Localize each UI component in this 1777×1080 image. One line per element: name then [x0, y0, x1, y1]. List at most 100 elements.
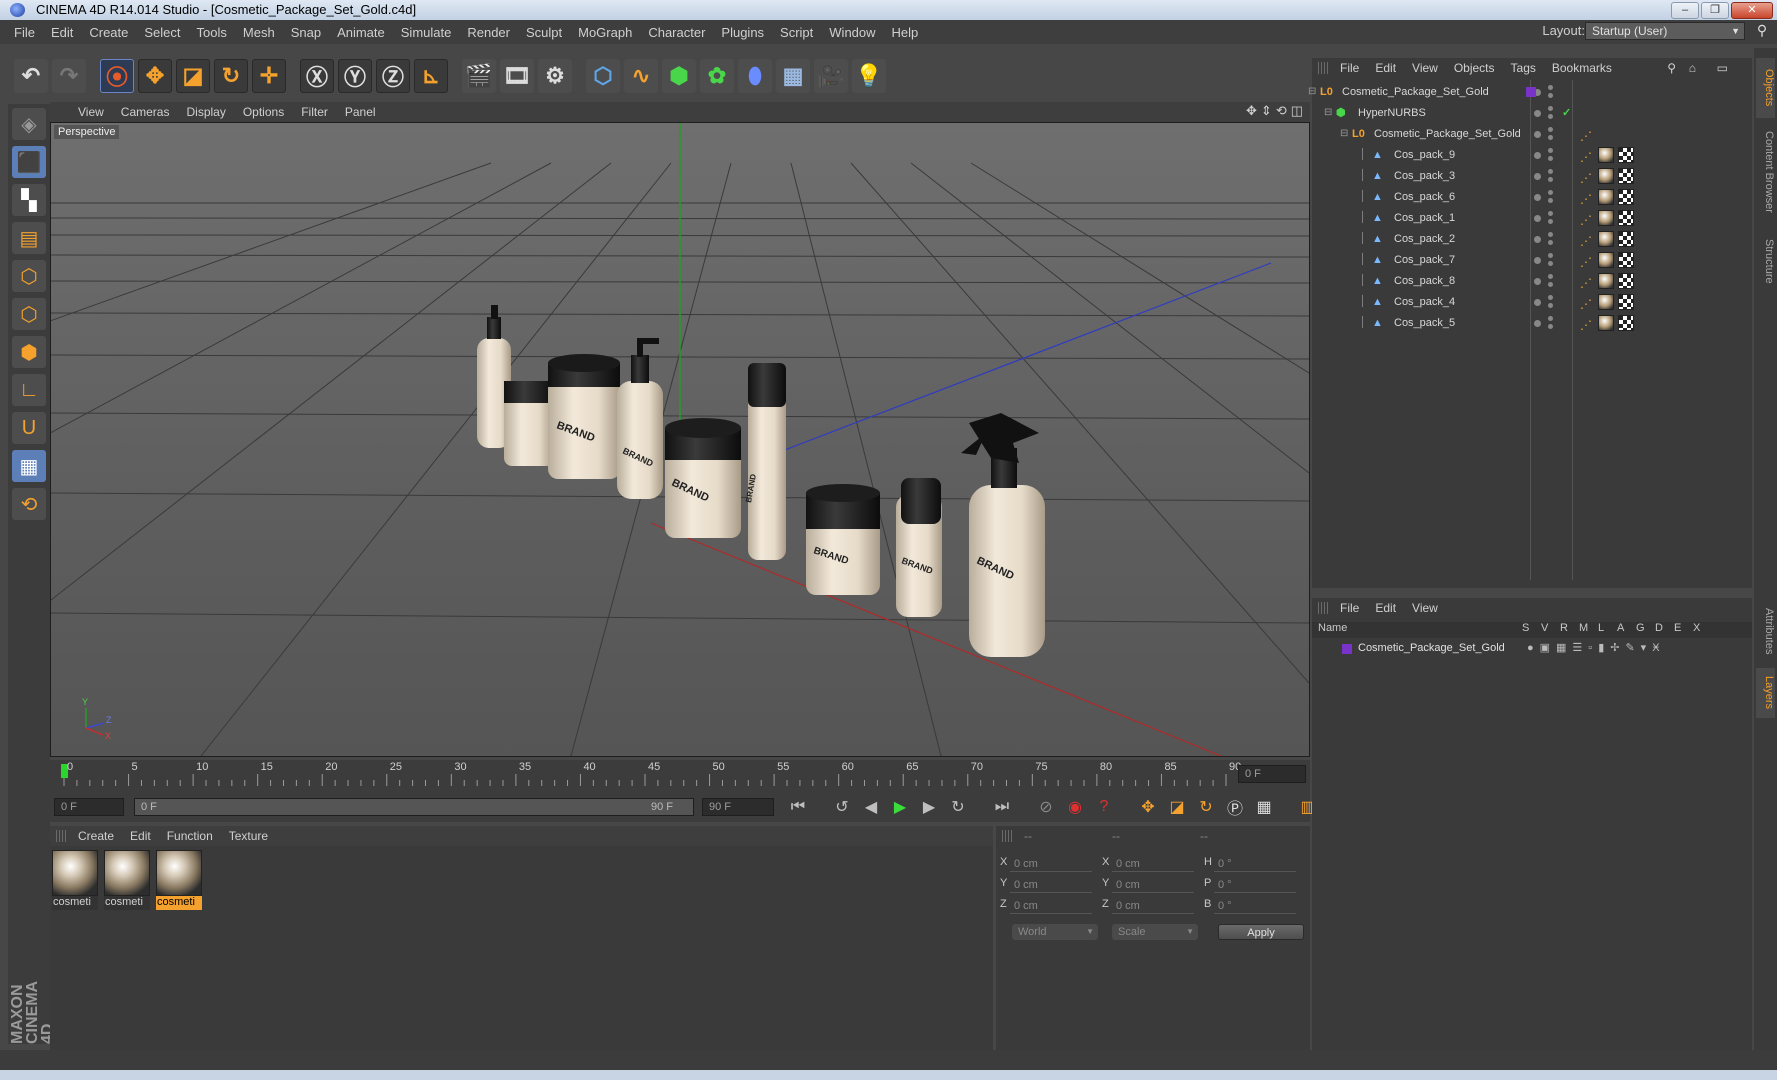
- expand-toggle-icon[interactable]: │: [1360, 292, 1366, 312]
- menu-create[interactable]: Create: [89, 25, 128, 40]
- workplane-mode-icon[interactable]: ▤: [12, 222, 46, 254]
- render-visibility-dot[interactable]: [1548, 135, 1553, 140]
- menu-select[interactable]: Select: [144, 25, 180, 40]
- render-visibility-dot[interactable]: [1548, 211, 1553, 216]
- editor-visibility-dot[interactable]: [1534, 215, 1541, 222]
- render-visibility-dot[interactable]: [1548, 303, 1553, 308]
- expand-toggle-icon[interactable]: │: [1360, 145, 1366, 165]
- object-menu-bookmarks[interactable]: Bookmarks: [1552, 61, 1612, 75]
- viewport-menu-filter[interactable]: Filter: [301, 105, 328, 119]
- minimize-button[interactable]: –: [1671, 2, 1699, 19]
- render-visibility-dot[interactable]: [1548, 93, 1553, 98]
- home-icon[interactable]: ⌂: [1689, 61, 1696, 75]
- nurbs-icon[interactable]: ⬢: [662, 59, 696, 93]
- material-tag-icon[interactable]: [1598, 252, 1614, 268]
- rotation-p-field[interactable]: 0 °: [1214, 877, 1296, 893]
- search-icon[interactable]: ⚲: [1753, 22, 1771, 40]
- render-visibility-dot[interactable]: [1548, 253, 1553, 258]
- expand-toggle-icon[interactable]: │: [1360, 271, 1366, 291]
- material-tag-icon[interactable]: [1598, 231, 1614, 247]
- frame-range-slider[interactable]: 0 F 90 F: [134, 798, 694, 816]
- x-axis-lock-icon[interactable]: Ⓧ: [300, 59, 334, 93]
- jar-small-back[interactable]: [504, 381, 554, 466]
- object-menu-view[interactable]: View: [1412, 61, 1438, 75]
- menu-plugins[interactable]: Plugins: [721, 25, 764, 40]
- editor-visibility-dot[interactable]: [1534, 278, 1541, 285]
- workplane-lock-icon[interactable]: ⟲: [12, 488, 46, 520]
- menu-render[interactable]: Render: [467, 25, 510, 40]
- new-view-icon[interactable]: ▭: [1717, 61, 1728, 75]
- position-z-field[interactable]: 0 cm: [1010, 898, 1092, 914]
- z-axis-lock-icon[interactable]: Ⓩ: [376, 59, 410, 93]
- object-row-root[interactable]: ⊟ L0 Cosmetic_Package_Set_Gold: [1308, 82, 1752, 102]
- object-row-cos-pack[interactable]: │ ▲ Cos_pack_7 ⋰: [1312, 250, 1752, 270]
- menu-mograph[interactable]: MoGraph: [578, 25, 632, 40]
- texture-mode-icon[interactable]: ▚: [12, 184, 46, 216]
- panel-grip-icon[interactable]: [56, 830, 68, 842]
- current-frame-field[interactable]: 0 F: [1238, 765, 1306, 783]
- timeline-ruler[interactable]: 0 5 10 15 20 25 30 35 40 45 50 55 60 65 70 75 80 85 90 0 F: [50, 760, 1310, 792]
- tab-content-browser[interactable]: Content Browser: [1756, 122, 1775, 222]
- next-frame-icon[interactable]: ▶: [917, 795, 941, 819]
- render-visibility-dot[interactable]: [1548, 177, 1553, 182]
- undo-icon[interactable]: ↶: [14, 59, 48, 93]
- y-axis-lock-icon[interactable]: Ⓨ: [338, 59, 372, 93]
- uvw-tag-icon[interactable]: [1618, 315, 1634, 331]
- render-visibility-dot[interactable]: [1548, 316, 1553, 321]
- layer-toggle-icons[interactable]: ●▣▦☰▫▮✢✎▾Ӿ: [1527, 641, 1666, 654]
- polygons-mode-icon[interactable]: ⬢: [12, 336, 46, 368]
- move-icon[interactable]: ✥: [138, 59, 172, 93]
- keyframe-selection-icon[interactable]: ?: [1092, 795, 1116, 819]
- viewport-menu-panel[interactable]: Panel: [345, 105, 376, 119]
- viewport-menu-options[interactable]: Options: [243, 105, 284, 119]
- render-visibility-dot[interactable]: [1548, 156, 1553, 161]
- expand-toggle-icon[interactable]: ⊟: [1324, 103, 1332, 123]
- panel-grip-icon[interactable]: [1002, 830, 1014, 842]
- model-mode-icon[interactable]: ⬛: [12, 146, 46, 178]
- editor-visibility-dot[interactable]: [1534, 320, 1541, 327]
- object-row-group[interactable]: ⊟ L0 Cosmetic_Package_Set_Gold ⋰: [1312, 124, 1752, 144]
- uvw-tag-icon[interactable]: [1618, 273, 1634, 289]
- points-mode-icon[interactable]: ⬡: [12, 260, 46, 292]
- panel-grip-icon[interactable]: [1318, 602, 1330, 614]
- object-row-cos-pack[interactable]: │ ▲ Cos_pack_2 ⋰: [1312, 229, 1752, 249]
- key-scale-icon[interactable]: ◪: [1165, 795, 1189, 819]
- edges-mode-icon[interactable]: ⬡: [12, 298, 46, 330]
- perspective-viewport[interactable]: BRAND BRAND BRAND BRAND BRAND BRAND BRAN…: [50, 122, 1310, 757]
- tab-structure[interactable]: Structure: [1756, 226, 1775, 296]
- render-visibility-dot[interactable]: [1548, 219, 1553, 224]
- render-visibility-dot[interactable]: [1548, 240, 1553, 245]
- live-selection-icon[interactable]: ⦿: [100, 59, 134, 93]
- material-swatch[interactable]: cosmeti: [52, 850, 98, 910]
- object-menu-file[interactable]: File: [1340, 61, 1359, 75]
- phong-tag-icon[interactable]: ⋰: [1580, 294, 1596, 311]
- render-visibility-dot[interactable]: [1548, 127, 1553, 132]
- apply-button[interactable]: Apply: [1218, 924, 1304, 940]
- position-x-field[interactable]: 0 cm: [1010, 856, 1092, 872]
- uvw-tag-icon[interactable]: [1618, 147, 1634, 163]
- scale-icon[interactable]: ◪: [176, 59, 210, 93]
- jar-large[interactable]: BRAND: [548, 354, 620, 479]
- render-visibility-dot[interactable]: [1548, 106, 1553, 111]
- material-tag-icon[interactable]: [1598, 294, 1614, 310]
- key-pla-icon[interactable]: ▦: [1252, 795, 1276, 819]
- editor-visibility-dot[interactable]: [1534, 194, 1541, 201]
- menu-snap[interactable]: Snap: [291, 25, 321, 40]
- uvw-tag-icon[interactable]: [1618, 210, 1634, 226]
- object-row-cos-pack[interactable]: │ ▲ Cos_pack_8 ⋰: [1312, 271, 1752, 291]
- tall-tube-bottle[interactable]: BRAND: [744, 363, 786, 560]
- camera-icon[interactable]: 🎥: [814, 59, 848, 93]
- render-visibility-dot[interactable]: [1548, 190, 1553, 195]
- record-keys-icon[interactable]: ⊘: [1034, 795, 1058, 819]
- go-to-start-icon[interactable]: ⏮: [786, 795, 810, 819]
- rotate-icon[interactable]: ↻: [214, 59, 248, 93]
- start-frame-field[interactable]: 0 F: [54, 798, 124, 816]
- tab-objects[interactable]: Objects: [1756, 58, 1775, 118]
- viewport-menu-view[interactable]: View: [78, 105, 104, 119]
- material-swatch[interactable]: cosmeti: [104, 850, 150, 910]
- render-visibility-dot[interactable]: [1548, 295, 1553, 300]
- key-parameter-icon[interactable]: Ⓟ: [1223, 795, 1247, 819]
- expand-toggle-icon[interactable]: │: [1360, 313, 1366, 333]
- cube-primitive-icon[interactable]: ⬡: [586, 59, 620, 93]
- render-picture-viewer-icon[interactable]: 🎞: [500, 59, 534, 93]
